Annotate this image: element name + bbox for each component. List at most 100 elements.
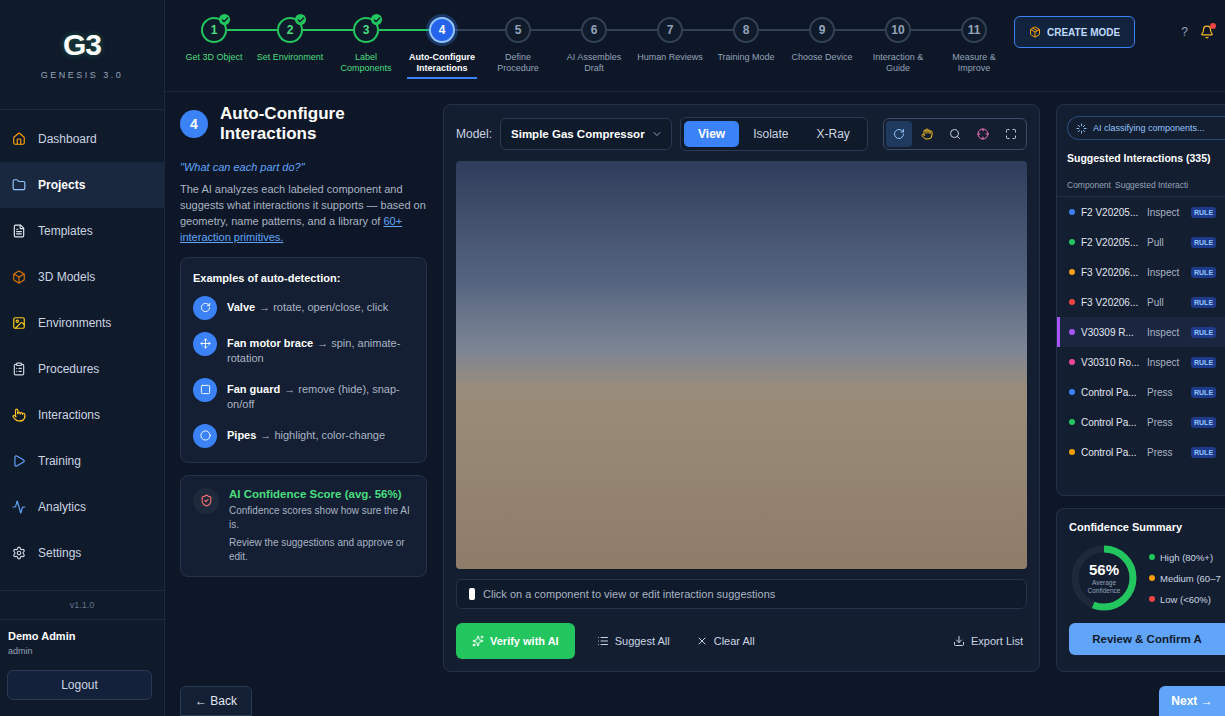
step[interactable]: 8Training Mode	[708, 16, 784, 79]
logo-subtitle: GENESIS 3.0	[41, 70, 124, 80]
create-mode-button[interactable]: CREATE MODE	[1014, 16, 1135, 48]
step[interactable]: 6AI Assembles Draft	[556, 16, 632, 79]
step[interactable]: 4Auto-Configure Interactions	[404, 16, 480, 79]
sidebar-item[interactable]: 3D Models	[0, 254, 164, 300]
interaction-cell: Press	[1147, 447, 1187, 458]
sidebar-item-label: Procedures	[38, 362, 99, 376]
table-row[interactable]: Control Pa...PressRULE	[1057, 407, 1225, 437]
step[interactable]: 7Human Reviews	[632, 16, 708, 79]
table-row[interactable]: V30309 R...InspectRULE	[1057, 317, 1225, 347]
column-header: Component	[1067, 180, 1115, 190]
model-select[interactable]: Simple Gas Compressor	[500, 118, 672, 150]
review-confirm-button[interactable]: Review & Confirm A	[1069, 623, 1225, 655]
example-item: Pipes → highlight, color-change	[193, 424, 414, 448]
sidebar-item[interactable]: Environments	[0, 300, 164, 346]
folder-icon	[12, 178, 26, 192]
move-icon	[200, 338, 211, 349]
example-item: Fan guard→ remove (hide), snap-on/off	[193, 378, 414, 412]
view-mode-button[interactable]: X-Ray	[803, 121, 864, 147]
search-icon	[949, 128, 961, 140]
table-row[interactable]: V30310 Ro...InspectRULE	[1057, 347, 1225, 377]
step[interactable]: 5 Define Procedure	[480, 16, 556, 79]
version: v1.1.0	[0, 590, 164, 620]
subtitle-quote: "What can each part do?"	[180, 161, 427, 173]
primitives-link[interactable]: 60+ interaction primitives.	[180, 215, 402, 243]
step-track: 4	[404, 16, 480, 44]
step[interactable]: 10Interaction & Guide	[860, 16, 936, 79]
viewer-tool-button[interactable]	[970, 121, 996, 147]
component-cell: F3 V20206...	[1081, 267, 1143, 278]
right-column: AI classifying components...Suggested In…	[1056, 104, 1225, 716]
step-label: Human Reviews	[637, 52, 703, 68]
sidebar-item[interactable]: Interactions	[0, 392, 164, 438]
example-badge	[193, 296, 217, 320]
logout-button[interactable]: Logout	[7, 670, 152, 700]
model-viewport[interactable]	[456, 161, 1027, 569]
viewer-tool-button[interactable]	[998, 121, 1024, 147]
view-mode-button[interactable]: Isolate	[739, 121, 802, 147]
next-button[interactable]: Next →	[1159, 686, 1225, 716]
table-row[interactable]: F3 V20206...PullRULE	[1057, 287, 1225, 317]
action-button[interactable]: Verify with AI	[456, 623, 575, 659]
step-circle: 5	[505, 17, 531, 43]
viewer-tool-button[interactable]	[886, 121, 912, 147]
back-button[interactable]: ← Back	[180, 686, 252, 716]
check-icon	[221, 16, 229, 24]
step-line	[987, 29, 1012, 31]
table-row[interactable]: F2 V20205...PullRULE	[1057, 227, 1225, 257]
package-icon	[1029, 26, 1041, 38]
sidebar-item[interactable]: Dashboard	[0, 116, 164, 162]
sidebar-item[interactable]: Analytics	[0, 484, 164, 530]
viewer-tool-button[interactable]	[942, 121, 968, 147]
step-line	[455, 29, 480, 31]
table-row[interactable]: Control Pa...PressRULE	[1057, 437, 1225, 467]
status-dot	[1069, 449, 1075, 455]
sidebar-item[interactable]: Projects	[0, 162, 164, 208]
example-name: Pipes	[227, 429, 256, 441]
examples-list: Valve→ rotate, open/close, clickFan moto…	[193, 296, 414, 448]
example-badge	[193, 378, 217, 402]
step-line	[911, 29, 936, 31]
user-name: Demo Admin	[8, 630, 156, 642]
interaction-cell: Pull	[1147, 297, 1187, 308]
view-mode-button[interactable]: View	[684, 121, 739, 147]
component-cell: Control Pa...	[1081, 387, 1143, 398]
sidebar-item[interactable]: Procedures	[0, 346, 164, 392]
chevron-down-icon	[651, 128, 663, 140]
viewer-panel: Model:Simple Gas CompressorViewIsolateX-…	[443, 104, 1040, 672]
step[interactable]: 3Label Components	[328, 16, 404, 79]
legend-dot	[1149, 596, 1155, 602]
step[interactable]: 11Measure & Improve	[936, 16, 1012, 79]
rotate-icon	[893, 128, 905, 140]
step-label: Define Procedure	[483, 52, 553, 79]
example-actions: → highlight, color-change	[260, 429, 385, 441]
confidence-donut: 56%Average Confidence	[1069, 543, 1139, 613]
viewer-tool-button[interactable]	[914, 121, 940, 147]
rule-tag: RULE	[1191, 237, 1216, 248]
step-line	[480, 29, 505, 31]
viewer-actions: Verify with AI Suggest All Clear All Export…	[456, 623, 1027, 659]
shield-badge	[193, 488, 219, 514]
action-button[interactable]: Clear All	[692, 623, 759, 659]
summary-row: 56%Average ConfidenceHigh (80%+)Medium (…	[1069, 543, 1225, 613]
legend-dot	[1149, 575, 1155, 581]
action-button[interactable]: Suggest All	[593, 623, 674, 659]
status-dot	[1069, 329, 1075, 335]
notifications-button[interactable]	[1200, 25, 1214, 39]
help-button[interactable]: ?	[1181, 25, 1188, 39]
step-line	[759, 29, 784, 31]
sidebar-item[interactable]: Templates	[0, 208, 164, 254]
step-track: 1	[176, 16, 252, 44]
header-tools: ?	[1181, 16, 1225, 48]
table-row[interactable]: F3 V20206...InspectRULE	[1057, 257, 1225, 287]
step[interactable]: 2Set Environment	[252, 16, 328, 79]
table-row[interactable]: F2 V20205...InspectRULE	[1057, 197, 1225, 227]
table-row[interactable]: Control Pa...PressRULE	[1057, 377, 1225, 407]
step[interactable]: 1Get 3D Object	[176, 16, 252, 79]
check-badge	[295, 14, 306, 25]
action-button[interactable]: Export List	[949, 623, 1027, 659]
sidebar-item[interactable]: Training	[0, 438, 164, 484]
step[interactable]: 9Choose Device	[784, 16, 860, 79]
interaction-cell: Press	[1147, 387, 1187, 398]
sidebar-item[interactable]: Settings	[0, 530, 164, 576]
